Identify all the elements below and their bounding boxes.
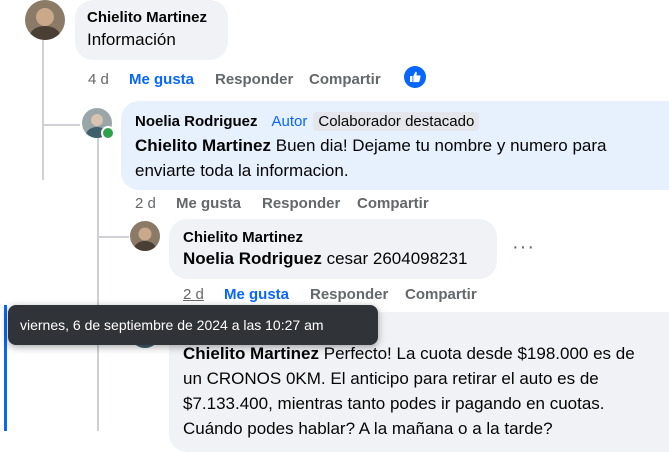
avatar[interactable] [130, 221, 160, 251]
like-button[interactable]: Me gusta [176, 195, 262, 212]
comment-author[interactable]: Chielito Martinez [183, 229, 483, 246]
avatar[interactable] [25, 0, 65, 40]
share-button[interactable]: Compartir [357, 195, 429, 212]
online-status-indicator [101, 126, 115, 140]
like-button[interactable]: Me gusta [129, 71, 215, 88]
thread-line [97, 138, 99, 238]
comment-bubble: Chielito Martinez Noelia Rodriguez cesar… [169, 219, 497, 279]
more-options-button[interactable]: ··· [512, 236, 535, 259]
comment-author[interactable]: Chielito Martinez [87, 9, 216, 26]
thread-line [42, 40, 44, 180]
thread-line-curve [97, 236, 129, 238]
mention-link[interactable]: Noelia Rodriguez [183, 249, 322, 268]
thread-line-curve [42, 124, 80, 126]
top-contributor-badge[interactable]: Colaborador destacado [313, 111, 480, 131]
mention-link[interactable]: Chielito Martinez [183, 344, 319, 363]
comment-timestamp[interactable]: 2 d [183, 286, 224, 303]
mention-link[interactable]: Chielito Martinez [135, 136, 271, 155]
comment-timestamp[interactable]: 4 d [88, 71, 129, 88]
comment-text: Chielito Martinez Buen dia! Dejame tu no… [135, 136, 607, 180]
comment-actions: 2 d Me gusta Responder Compartir [183, 285, 477, 303]
like-button[interactable]: Me gusta [224, 286, 310, 303]
comment-text: Chielito Martinez Perfecto! La cuota des… [183, 344, 635, 438]
comment-text: Información [87, 30, 176, 49]
comment-bubble: Chielito Martinez Información [75, 0, 228, 60]
share-button[interactable]: Compartir [405, 286, 477, 303]
comment-actions: 4 d Me gusta Responder Compartir [88, 70, 381, 88]
comment-author[interactable]: Noelia Rodriguez [135, 113, 258, 130]
comment-actions: 2 d Me gusta Responder Compartir [135, 194, 429, 212]
share-button[interactable]: Compartir [309, 71, 381, 88]
author-badge: Autor [271, 112, 308, 130]
highlight-bar [4, 305, 7, 431]
comment-timestamp[interactable]: 2 d [135, 195, 176, 212]
comment-text: Noelia Rodriguez cesar 2604098231 [183, 249, 468, 268]
reply-button[interactable]: Responder [310, 286, 405, 303]
reply-button[interactable]: Responder [262, 195, 357, 212]
comment-header: Noelia Rodriguez Autor Colaborador desta… [135, 110, 655, 132]
comment-bubble: Noelia Rodriguez Autor Colaborador desta… [121, 101, 669, 190]
like-reaction-icon[interactable] [404, 66, 426, 88]
tooltip-text: viernes, 6 de septiembre de 2024 a las 1… [20, 317, 324, 333]
reply-button[interactable]: Responder [215, 71, 309, 88]
